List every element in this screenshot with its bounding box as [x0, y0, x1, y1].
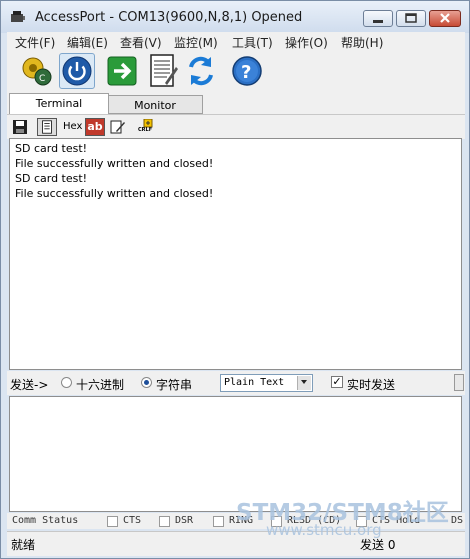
svg-text:C: C — [39, 74, 45, 84]
menu-edit[interactable]: 编辑(E) — [67, 34, 108, 51]
refresh-button[interactable] — [183, 53, 219, 89]
chevron-down-icon — [297, 376, 311, 390]
ring-indicator — [213, 516, 224, 527]
edit-icon[interactable] — [110, 118, 126, 136]
menu-bar: 文件(F) 编辑(E) 查看(V) 监控(M) 工具(T) 操作(O) 帮助(H… — [7, 32, 465, 50]
window-title: AccessPort - COM13(9600,N,8,1) Opened — [35, 10, 303, 25]
tab-terminal[interactable]: Terminal — [9, 93, 109, 115]
svg-text:?: ? — [241, 62, 251, 83]
close-button[interactable] — [429, 10, 461, 27]
string-radio[interactable] — [141, 377, 152, 388]
cts-indicator — [107, 516, 118, 527]
menu-help[interactable]: 帮助(H) — [341, 34, 383, 51]
config-button[interactable]: C — [19, 53, 55, 89]
maximize-icon — [405, 13, 417, 23]
dsr-indicator — [159, 516, 170, 527]
hex-radio[interactable] — [61, 377, 72, 388]
ready-status: 就绪 — [11, 538, 36, 552]
notepad-icon — [150, 54, 178, 87]
menu-file[interactable]: 文件(F) — [15, 34, 55, 51]
minimize-icon — [373, 20, 383, 23]
tab-monitor[interactable]: Monitor — [107, 95, 203, 114]
config-icon: C — [22, 57, 52, 86]
terminal-line: File successfully written and closed! — [15, 157, 214, 170]
status-bar: 就绪 发送 0 — [7, 531, 465, 556]
help-button[interactable]: ? — [229, 53, 265, 89]
minimize-button[interactable] — [363, 10, 393, 27]
app-window: AccessPort - COM13(9600,N,8,1) Opened 文件… — [0, 0, 470, 559]
text-view-icon[interactable] — [37, 118, 57, 136]
serial-port-icon — [11, 11, 25, 22]
close-icon — [440, 13, 450, 23]
send-button-edge[interactable] — [454, 374, 464, 391]
crlf-button[interactable]: CRLF — [138, 118, 158, 136]
notepad-button[interactable] — [145, 53, 181, 89]
format-select-value: Plain Text — [224, 377, 285, 388]
terminal-line: File successfully written and closed! — [15, 187, 214, 200]
send-label: 发送-> — [10, 378, 49, 392]
format-select[interactable]: Plain Text — [220, 374, 313, 392]
terminal-line: SD card test! — [15, 172, 88, 185]
refresh-icon — [189, 56, 213, 86]
comm-status-label: Comm Status — [12, 515, 79, 526]
dsr-label: DSR — [175, 515, 194, 526]
ab-toggle[interactable]: ab — [85, 118, 105, 136]
menu-view[interactable]: 查看(V) — [120, 34, 162, 51]
maximize-button[interactable] — [396, 10, 426, 27]
arrow-right-icon — [107, 56, 137, 86]
menu-monitor[interactable]: 监控(M) — [174, 34, 218, 51]
main-toolbar: C ? — [7, 50, 465, 94]
tab-strip: Monitor Terminal — [7, 93, 465, 115]
terminal-output[interactable]: SD card test! File successfully written … — [9, 138, 462, 370]
string-radio-label[interactable]: 字符串 — [156, 376, 192, 393]
menu-tools[interactable]: 工具(T) — [232, 34, 273, 51]
help-icon: ? — [232, 56, 262, 86]
realtime-checkbox[interactable]: ✓ — [331, 376, 343, 388]
ds-label: DS — [451, 515, 464, 526]
power-button[interactable] — [59, 53, 95, 89]
cts-label: CTS — [123, 515, 142, 526]
title-bar[interactable]: AccessPort - COM13(9600,N,8,1) Opened — [1, 1, 469, 33]
menu-operate[interactable]: 操作(O) — [285, 34, 328, 51]
send-file-button[interactable] — [104, 53, 140, 89]
hex-toggle[interactable]: Hex — [63, 121, 82, 139]
watermark-url: www.stmcu.org — [266, 521, 382, 539]
terminal-line: SD card test! — [15, 142, 88, 155]
realtime-label[interactable]: 实时发送 — [347, 376, 395, 393]
save-icon[interactable] — [12, 118, 28, 136]
hex-radio-label[interactable]: 十六进制 — [76, 376, 124, 393]
power-icon — [62, 56, 92, 86]
terminal-toolbar: Hex ab CRLF — [7, 114, 465, 139]
send-options-bar: 发送-> 十六进制 字符串 Plain Text ✓ 实时发送 — [7, 371, 465, 395]
crlf-label: CRLF — [138, 127, 153, 133]
